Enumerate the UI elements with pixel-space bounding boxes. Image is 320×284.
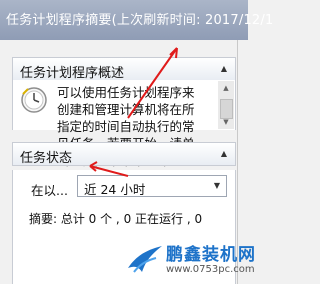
scroll-up-icon[interactable]: ▲: [218, 81, 234, 95]
bird-logo-icon: [128, 246, 162, 273]
time-range-value: 近 24 小时: [84, 182, 146, 197]
watermark-url: www.0753pc.com: [166, 264, 255, 275]
desc-line: 创建和管理计算机将在所: [57, 102, 195, 117]
time-range-select[interactable]: 近 24 小时 ▼: [77, 175, 227, 197]
site-watermark: 鹏鑫装机网 www.0753pc.com: [122, 236, 255, 284]
overview-panel-header[interactable]: 任务计划程序概述 ▲: [12, 57, 236, 81]
status-panel-header[interactable]: 任务状态 ▲: [12, 142, 236, 166]
chevron-down-icon[interactable]: ▼: [214, 181, 220, 190]
desc-line: 可以使用任务计划程序来: [57, 85, 195, 100]
collapse-arrow-icon[interactable]: ▲: [221, 64, 227, 73]
clock-icon: [21, 87, 47, 113]
status-panel-title: 任务状态: [20, 151, 73, 166]
summary-title: 任务计划程序摘要(上次刷新时间: 2017/12/1: [6, 13, 274, 28]
collapse-arrow-icon[interactable]: ▲: [221, 149, 227, 158]
status-summary: 摘要: 总计 0 个 , 0 正在运行 , 0: [29, 212, 203, 226]
overview-scrollbar[interactable]: ▲ ▼: [218, 81, 234, 129]
desc-line: 指定的时间自动执行的常: [57, 119, 195, 134]
status-in-label: 在以...: [31, 183, 68, 198]
summary-header-bar: 任务计划程序摘要(上次刷新时间: 2017/12/1: [0, 0, 273, 40]
overview-panel-title: 任务计划程序概述: [20, 66, 125, 81]
scroll-down-icon[interactable]: ▼: [218, 115, 234, 129]
watermark-name: 鹏鑫装机网: [166, 245, 256, 265]
